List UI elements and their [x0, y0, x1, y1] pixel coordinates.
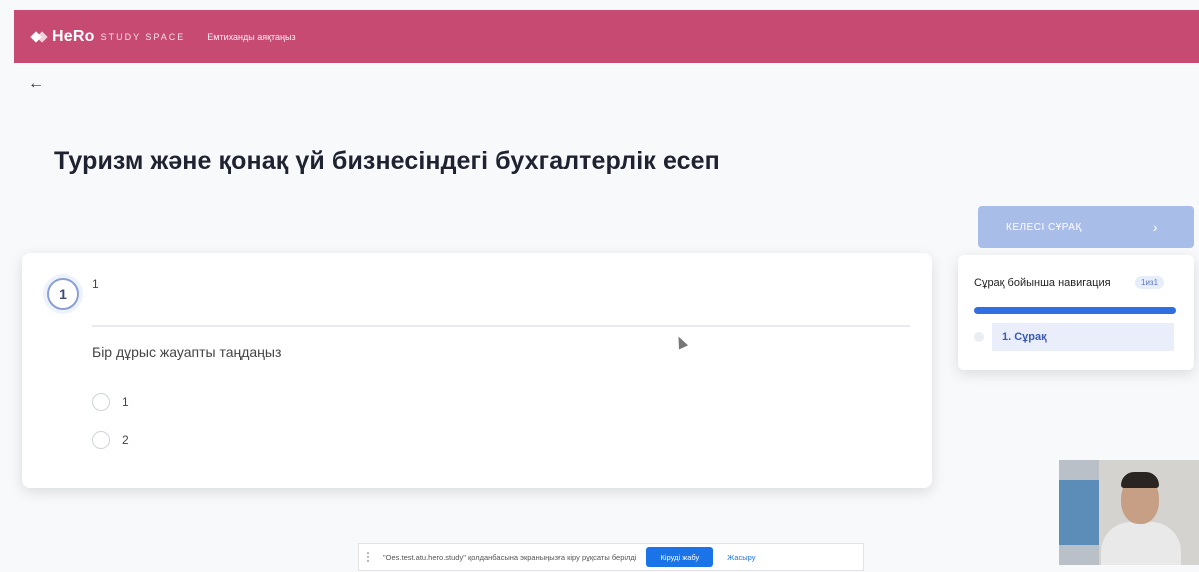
radio-button[interactable]	[92, 393, 110, 411]
progress-bar	[974, 307, 1176, 314]
question-card: 1 1 Бір дұрыс жауапты таңдаңыз 1 2	[22, 253, 932, 488]
question-text: 1	[92, 277, 99, 291]
question-number-badge: 1	[47, 278, 79, 310]
stop-sharing-button[interactable]: Кіруді жабу	[646, 547, 714, 567]
drag-handle-icon[interactable]	[367, 552, 373, 562]
webcam-preview	[1059, 460, 1199, 565]
brand-subtitle: STUDY SPACE	[100, 31, 186, 42]
answer-option-label: 1	[122, 395, 129, 409]
hide-bar-link[interactable]: Жасыру	[727, 553, 755, 562]
navigation-title: Сұрақ бойынша навигация	[974, 277, 1111, 289]
webcam-person-body	[1101, 522, 1181, 565]
screen-share-bar: "Oes.test.atu.hero.study" қолданбасына э…	[358, 543, 864, 571]
answer-option[interactable]: 2	[92, 431, 129, 449]
radio-button[interactable]	[92, 431, 110, 449]
status-dot-icon	[974, 332, 984, 342]
arrow-left-icon[interactable]: ←	[28, 76, 44, 92]
logo-icon	[32, 30, 46, 44]
page-title: Туризм және қонақ үй бизнесіндегі бухгал…	[54, 147, 720, 175]
answer-option[interactable]: 1	[92, 393, 129, 411]
screen-share-message: "Oes.test.atu.hero.study" қолданбасына э…	[383, 552, 637, 562]
nav-question-item[interactable]: 1. Сұрақ	[974, 323, 1174, 351]
chevron-right-icon: ›	[1152, 219, 1158, 235]
answer-option-label: 2	[122, 433, 129, 447]
question-navigation-panel: Сұрақ бойынша навигация 1из1 1. Сұрақ	[958, 255, 1194, 370]
question-prompt: Бір дұрыс жауапты таңдаңыз	[92, 344, 282, 360]
brand-name: HeRo	[52, 27, 95, 45]
brand-logo[interactable]: HeRo STUDY SPACE	[32, 28, 185, 46]
divider	[92, 325, 910, 327]
next-question-label: КЕЛЕСІ СҰРАҚ	[1006, 221, 1082, 233]
webcam-background-window	[1059, 480, 1099, 545]
question-count-badge: 1из1	[1135, 276, 1165, 289]
top-bar: HeRo STUDY SPACE Емтиханды аяқтаңыз	[14, 10, 1199, 63]
webcam-person-hair	[1121, 472, 1159, 488]
finish-exam-link[interactable]: Емтиханды аяқтаңыз	[207, 32, 295, 42]
next-question-button[interactable]: КЕЛЕСІ СҰРАҚ ›	[978, 206, 1194, 248]
nav-question-label: 1. Сұрақ	[992, 323, 1174, 351]
exam-page: HeRo STUDY SPACE Емтиханды аяқтаңыз ← Ту…	[0, 0, 1199, 572]
